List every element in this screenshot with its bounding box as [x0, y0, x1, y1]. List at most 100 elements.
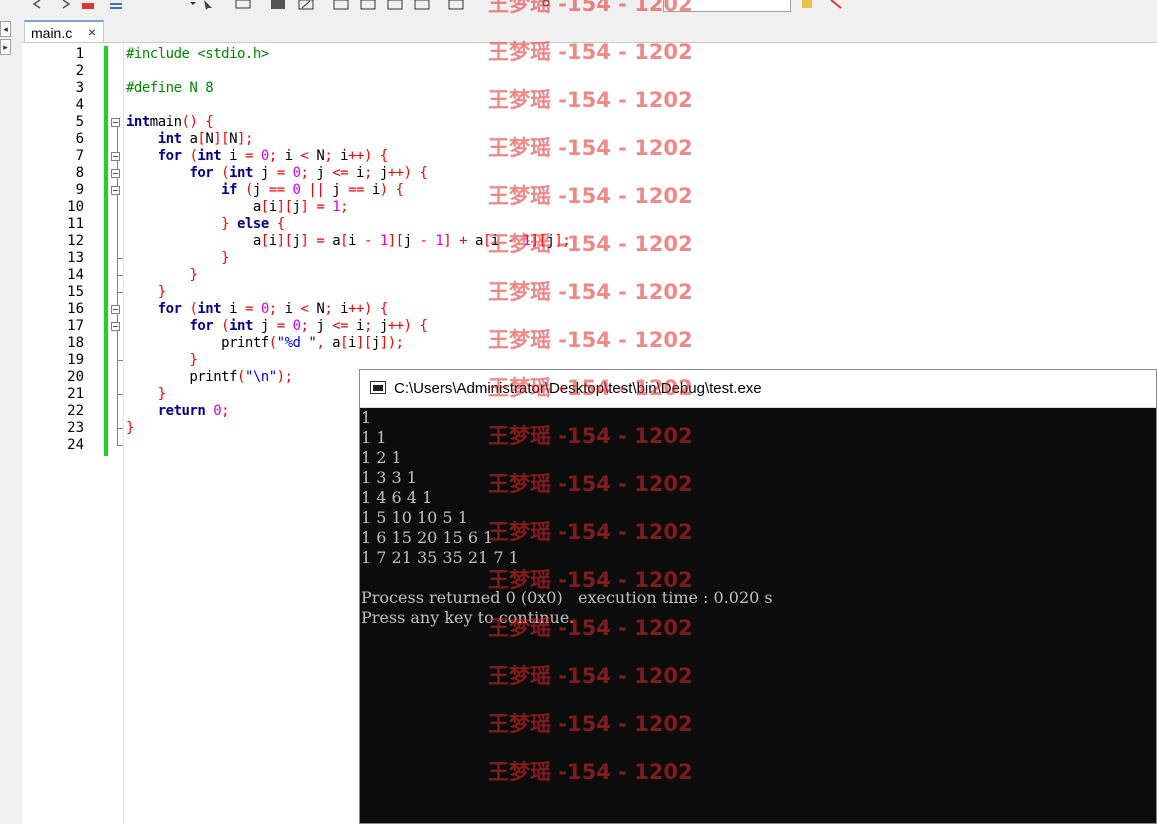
- code-token: (): [181, 114, 198, 130]
- code-line[interactable]: #include <stdio.h>: [126, 46, 269, 63]
- line-number: 5: [75, 114, 84, 130]
- code-token: }: [189, 352, 198, 368]
- line-number: 14: [67, 267, 84, 283]
- code-line[interactable]: for (int i = 0; i < N; i++) {: [126, 301, 389, 318]
- code-line[interactable]: }: [126, 420, 134, 437]
- code-token: ++): [348, 148, 372, 164]
- tab-main-c[interactable]: main.c ×: [24, 20, 104, 42]
- forward-arrow-icon[interactable]: [58, 0, 74, 10]
- window-icon[interactable]: [235, 0, 251, 10]
- console-title-bar[interactable]: C:\Users\Administrator\Desktop\test\bin\…: [360, 370, 1156, 408]
- code-token: {: [197, 114, 214, 130]
- code-token: {: [379, 148, 388, 164]
- code-line[interactable]: #define N 8: [126, 80, 214, 97]
- console-line: 1: [361, 408, 372, 427]
- code-line[interactable]: printf("\n");: [126, 369, 293, 386]
- code-token: -: [363, 233, 372, 249]
- code-line[interactable]: }: [126, 386, 166, 403]
- panel-scroll-down-button[interactable]: ▸: [0, 39, 11, 55]
- code-token: ;: [340, 199, 349, 215]
- code-token: {: [419, 318, 428, 334]
- code-token: +: [459, 233, 468, 249]
- panel-scroll-up-button[interactable]: ◂: [0, 21, 11, 37]
- code-token: [: [340, 233, 349, 249]
- pointer-icon[interactable]: [200, 0, 216, 10]
- code-line[interactable]: printf("%d ", a[i][j]);: [126, 335, 404, 352]
- code-token: =: [276, 318, 285, 334]
- line-number: 8: [75, 165, 84, 181]
- back-arrow-icon[interactable]: [30, 0, 46, 10]
- fold-collapse-icon[interactable]: [111, 322, 120, 331]
- code-token: for: [157, 301, 182, 317]
- console-line: 1 4 6 4 1: [361, 488, 433, 507]
- code-line[interactable]: a[i][j] = 1;: [126, 199, 349, 216]
- code-token: i: [221, 301, 245, 317]
- code-token: j: [252, 182, 269, 198]
- fold-end-marker: [117, 275, 123, 276]
- comment-icon[interactable]: [333, 0, 349, 10]
- toolbar-search-input[interactable]: [663, 0, 791, 12]
- code-line[interactable]: for (int i = 0; i < N; i++) {: [126, 148, 389, 165]
- code-token: ;: [221, 403, 230, 419]
- code-token: {: [276, 216, 285, 232]
- line-number: 2: [75, 63, 84, 79]
- code-line[interactable]: } else {: [126, 216, 285, 233]
- code-token: j: [371, 318, 388, 334]
- code-line[interactable]: }: [126, 250, 229, 267]
- dropdown-arrow-icon[interactable]: [185, 0, 201, 10]
- code-token: [: [260, 233, 269, 249]
- fold-collapse-icon[interactable]: [111, 186, 120, 195]
- code-token: int: [229, 318, 253, 334]
- line-number: 1: [75, 46, 84, 62]
- bookmark-icon[interactable]: [448, 0, 464, 10]
- code-token: "\n": [244, 369, 277, 385]
- code-token: }: [126, 420, 134, 436]
- uncomment-icon[interactable]: [360, 0, 376, 10]
- code-token: {: [379, 301, 388, 317]
- indent-icon[interactable]: [387, 0, 403, 10]
- toolbar: [0, 0, 1157, 19]
- code-line[interactable]: a[i][j] = a[i - 1][j - 1] + a[i - 1][j];: [126, 233, 571, 250]
- code-token: for: [189, 165, 214, 181]
- console-title: C:\Users\Administrator\Desktop\test\bin\…: [394, 380, 762, 397]
- fold-collapse-icon[interactable]: [111, 169, 120, 178]
- code-token: (: [268, 335, 277, 351]
- code-token: 0: [260, 148, 269, 164]
- fold-collapse-icon[interactable]: [111, 118, 120, 127]
- find-options-icon[interactable]: [800, 0, 816, 10]
- console-window[interactable]: C:\Users\Administrator\Desktop\test\bin\…: [359, 369, 1157, 824]
- clear-search-icon[interactable]: [828, 0, 844, 10]
- code-line[interactable]: }: [126, 267, 197, 284]
- code-line[interactable]: int a[N][N];: [126, 131, 254, 148]
- code-token: j: [308, 165, 333, 181]
- stop-icon[interactable]: [80, 0, 96, 10]
- block-icon[interactable]: [270, 0, 286, 10]
- code-token: ;: [363, 165, 372, 181]
- edit-icon[interactable]: [298, 0, 314, 10]
- code-line[interactable]: return 0;: [126, 403, 230, 420]
- code-token: ];: [554, 233, 571, 249]
- code-token: j: [324, 182, 349, 198]
- code-line[interactable]: }: [126, 284, 166, 301]
- code-token: "%d ": [276, 335, 317, 351]
- tab-close-icon[interactable]: ×: [88, 24, 96, 40]
- code-token: i: [363, 182, 380, 198]
- unindent-icon[interactable]: [414, 0, 430, 10]
- code-token: printf: [126, 369, 238, 385]
- code-token: ][: [387, 233, 404, 249]
- code-line[interactable]: }: [126, 352, 197, 369]
- fold-collapse-icon[interactable]: [111, 152, 120, 161]
- code-line[interactable]: for (int j = 0; j <= i; j++) {: [126, 318, 427, 335]
- fold-collapse-icon[interactable]: [111, 305, 120, 314]
- fold-margin-divider: [123, 43, 124, 824]
- find-icon[interactable]: [540, 0, 556, 10]
- code-line[interactable]: if (j == 0 || j == i) {: [126, 182, 404, 199]
- code-line[interactable]: intmain() {: [126, 114, 214, 131]
- code-token: =: [276, 165, 285, 181]
- list-icon[interactable]: [108, 0, 124, 10]
- code-line[interactable]: for (int j = 0; j <= i; j++) {: [126, 165, 427, 182]
